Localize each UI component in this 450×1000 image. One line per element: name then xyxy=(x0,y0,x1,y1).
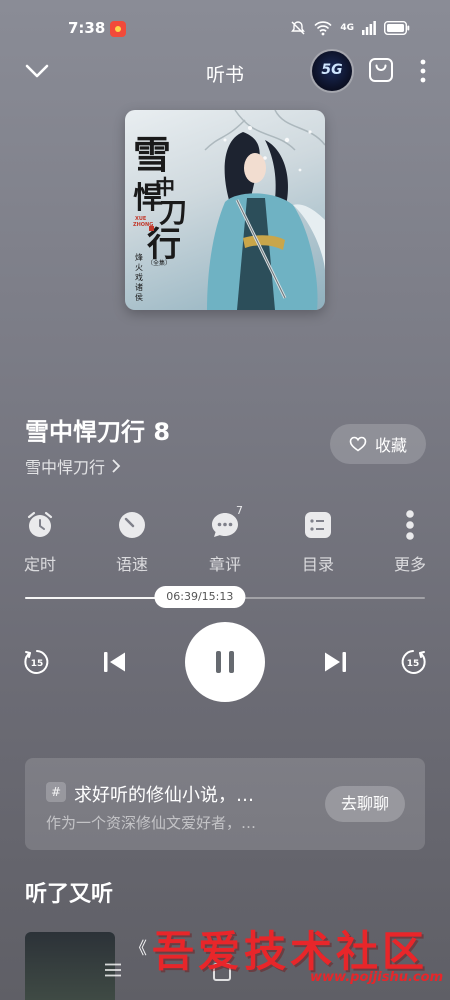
recommendation-thumbnail[interactable] xyxy=(25,932,115,1000)
5g-label: 5G xyxy=(321,62,343,78)
wifi-icon xyxy=(314,21,332,36)
favorite-label: 收藏 xyxy=(374,436,407,455)
menu-icon[interactable] xyxy=(104,963,122,977)
speed-label: 语速 xyxy=(115,555,148,574)
cover-title-char-1: 雪 xyxy=(133,132,171,177)
go-chat-button[interactable]: 去聊聊 xyxy=(325,786,405,822)
speed-button[interactable]: 语速 xyxy=(97,510,167,575)
timer-button[interactable]: 定时 xyxy=(5,510,75,575)
more-vertical-icon xyxy=(406,510,414,540)
more-options-button[interactable]: 更多 xyxy=(375,510,445,575)
album-cover: 雪 中 悍 刀 行 XUE ZHONG 烽火戏诸侯 （全集） xyxy=(125,110,325,310)
tools-row: 定时 语速 7 章评 目录 更多 xyxy=(0,504,450,580)
chat-topic-subtitle: 作为一个资深修仙文爱好者，… xyxy=(46,814,257,832)
5g-button[interactable]: 5G xyxy=(312,51,352,91)
catalog-button[interactable]: 目录 xyxy=(283,510,353,575)
status-icons: 4G xyxy=(290,20,410,36)
cover-author: 烽火戏诸侯 （全集） xyxy=(135,252,171,302)
chapter-comments-button[interactable]: 7 章评 xyxy=(190,504,260,575)
chevron-right-icon xyxy=(112,459,121,473)
network-label: 4G xyxy=(340,23,354,33)
chat-card[interactable]: # 求好听的修仙小说，… 作为一个资深修仙文爱好者，… 去聊聊 xyxy=(25,758,425,850)
track-title: 雪中悍刀行 8 xyxy=(25,418,171,446)
battery-icon xyxy=(384,21,410,35)
timer-label: 定时 xyxy=(23,555,56,574)
status-time: 7:38 xyxy=(68,19,106,37)
more-label: 更多 xyxy=(393,555,426,574)
favorite-button[interactable]: 收藏 xyxy=(330,424,426,464)
alarm-clock-icon xyxy=(27,511,53,537)
svg-text:（全集）: （全集） xyxy=(147,259,171,267)
album-link[interactable]: 雪中悍刀行 xyxy=(25,454,121,478)
chat-topic-title: 求好听的修仙小说，… xyxy=(74,785,254,806)
speed-dial-icon xyxy=(119,512,145,538)
cover-illustration: 雪 中 悍 刀 行 XUE ZHONG 烽火戏诸侯 （全集） xyxy=(133,110,325,310)
next-icon[interactable] xyxy=(320,647,350,677)
forward-15-icon[interactable]: 15 xyxy=(398,647,428,677)
more-vertical-icon[interactable] xyxy=(413,57,433,85)
rewind-label: 15 xyxy=(31,659,44,669)
heart-icon xyxy=(349,436,367,452)
pause-button[interactable] xyxy=(185,622,265,702)
comments-label: 章评 xyxy=(208,555,241,574)
hashtag-icon: # xyxy=(46,782,66,802)
svg-text:烽: 烽 xyxy=(135,252,143,262)
watermark-url: www.pojjishu.com xyxy=(310,970,444,985)
mute-icon xyxy=(291,21,306,35)
signal-icon xyxy=(362,21,376,35)
pause-icon xyxy=(216,651,234,673)
rewind-15-icon[interactable]: 15 xyxy=(22,647,52,677)
progress-thumb[interactable]: 06:39/15:13 xyxy=(154,586,246,608)
album-name: 雪中悍刀行 xyxy=(25,458,106,477)
catalog-icon xyxy=(305,512,331,538)
previous-icon[interactable] xyxy=(100,647,130,677)
catalog-label: 目录 xyxy=(301,555,334,574)
forward-label: 15 xyxy=(407,659,420,669)
svg-text:诸: 诸 xyxy=(135,283,143,292)
app-notification-icon xyxy=(110,21,126,37)
bag-icon[interactable] xyxy=(368,56,394,84)
recommendation-title[interactable]: 《 xyxy=(130,934,147,959)
section-title: 听了又听 xyxy=(25,882,114,907)
svg-text:侯: 侯 xyxy=(135,293,143,302)
svg-text:戏: 戏 xyxy=(135,272,143,282)
svg-text:火: 火 xyxy=(135,263,143,272)
comment-count-badge: 7 xyxy=(236,504,243,517)
